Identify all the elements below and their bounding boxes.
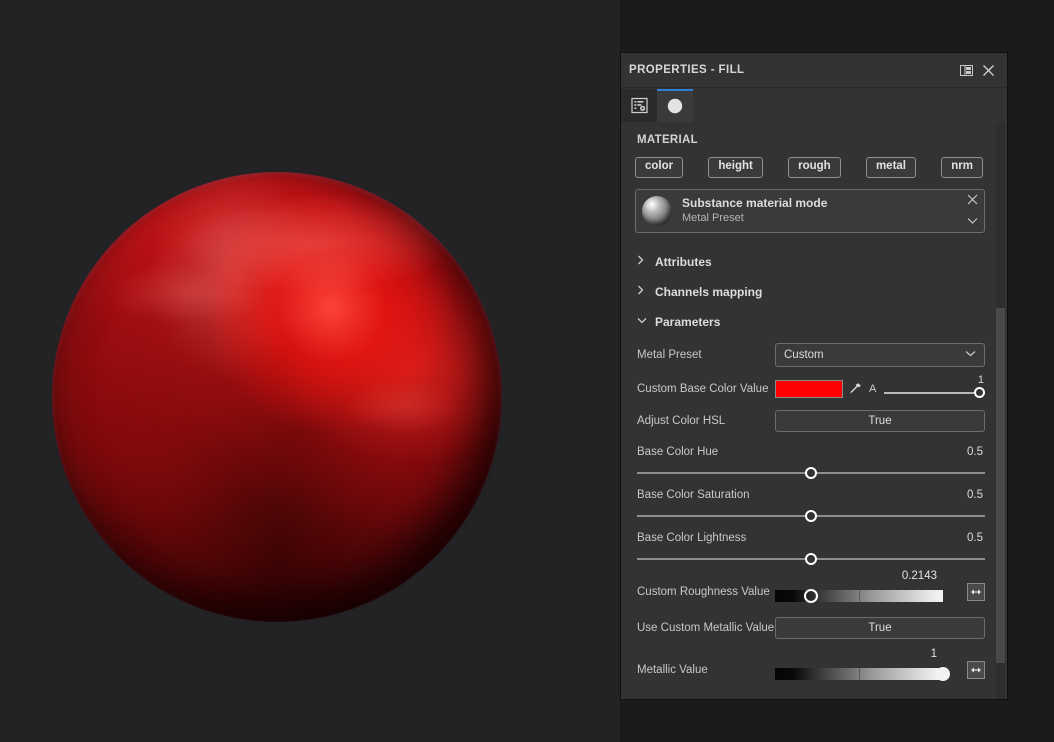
- page-title: PROPERTIES - FILL: [629, 64, 745, 76]
- chevron-right-icon: [637, 255, 646, 268]
- base-color-hue-label: Base Color Hue: [637, 445, 719, 458]
- metal-preset-dropdown[interactable]: Custom: [775, 342, 985, 367]
- sphere-object[interactable]: [52, 172, 502, 622]
- base-color-hue-track[interactable]: [637, 466, 985, 479]
- custom-base-color-label: Custom Base Color Value: [637, 382, 769, 395]
- metallic-value-knob[interactable]: [936, 666, 950, 681]
- slider-base-color-hue: Base Color Hue 0.5: [635, 446, 985, 479]
- close-icon[interactable]: [977, 59, 999, 81]
- chevron-right-icon: [637, 285, 646, 298]
- row-metal-preset: Metal Preset Custom: [635, 342, 985, 368]
- dock-layout-icon[interactable]: [955, 59, 977, 81]
- alpha-knob[interactable]: [974, 386, 985, 398]
- accordion-parameters-label: Parameters: [655, 314, 721, 329]
- material-preset-name: Metal Preset: [682, 211, 744, 224]
- metallic-value-label: Metallic Value: [637, 663, 708, 676]
- alpha-track: [884, 391, 979, 394]
- material-card-actions: [967, 192, 978, 230]
- metallic-tick: [859, 667, 860, 680]
- row-metallic-value: Metallic Value 1: [635, 648, 985, 687]
- alpha-slider[interactable]: 1: [884, 374, 985, 400]
- chevron-down-icon: [965, 349, 976, 360]
- channel-toggles: color height rough metal nrm: [635, 157, 985, 178]
- channel-nrm[interactable]: nrm: [941, 157, 983, 178]
- base-color-saturation-label: Base Color Saturation: [637, 488, 750, 501]
- adjust-color-hsl-label: Adjust Color HSL: [637, 414, 726, 427]
- chevron-down-icon[interactable]: [967, 212, 978, 230]
- use-custom-metallic-label: Use Custom Metallic Value: [637, 621, 775, 634]
- row-custom-roughness: Custom Roughness Value 0.2143: [635, 570, 985, 609]
- accordion-parameters[interactable]: Parameters: [635, 307, 985, 337]
- expand-arrows-icon[interactable]: [967, 660, 985, 679]
- base-color-lightness-track[interactable]: [637, 552, 985, 565]
- base-color-lightness-knob[interactable]: [805, 552, 817, 565]
- custom-roughness-knob[interactable]: [804, 588, 818, 603]
- custom-roughness-value: 0.2143: [901, 569, 937, 582]
- base-color-swatch[interactable]: [775, 379, 843, 398]
- slider-base-color-lightness: Base Color Lightness 0.5: [635, 532, 985, 565]
- material-thumbnail: [642, 195, 672, 226]
- alpha-label: A: [869, 382, 877, 395]
- tab-settings[interactable]: [621, 89, 657, 122]
- accordion-channels-mapping[interactable]: Channels mapping: [635, 277, 985, 307]
- slider-base-color-saturation: Base Color Saturation 0.5: [635, 489, 985, 522]
- eyedropper-icon[interactable]: [849, 382, 863, 395]
- sphere-rim-light: [52, 172, 502, 622]
- accordion-attributes-label: Attributes: [655, 254, 712, 269]
- base-color-lightness-label: Base Color Lightness: [637, 531, 747, 544]
- color-controls: A 1: [775, 374, 985, 400]
- row-custom-base-color: Custom Base Color Value A 1: [635, 374, 985, 402]
- channel-color[interactable]: color: [635, 157, 684, 178]
- material-card-text: Substance material mode Metal Preset: [682, 196, 967, 225]
- custom-roughness-label: Custom Roughness Value: [637, 585, 770, 598]
- channel-height[interactable]: height: [708, 157, 763, 178]
- metallic-value-value: 1: [930, 647, 937, 660]
- channel-rough[interactable]: rough: [788, 157, 841, 178]
- accordion-channels-mapping-label: Channels mapping: [655, 284, 763, 299]
- panel-tabs: [621, 88, 1007, 122]
- tab-material[interactable]: [657, 89, 693, 122]
- material-name: Substance material mode: [682, 195, 828, 210]
- row-adjust-color-hsl: Adjust Color HSL True: [635, 408, 985, 434]
- adjust-color-hsl-toggle[interactable]: True: [775, 409, 985, 432]
- accordion-attributes[interactable]: Attributes: [635, 247, 985, 277]
- app-root: PROPERTIES - FILL MATERIAL color height …: [0, 0, 1054, 742]
- expand-arrows-icon[interactable]: [967, 582, 985, 601]
- alpha-value: 1: [977, 373, 984, 386]
- material-card[interactable]: Substance material mode Metal Preset: [635, 188, 985, 233]
- use-custom-metallic-toggle[interactable]: True: [775, 616, 985, 639]
- metal-preset-label: Metal Preset: [637, 348, 702, 361]
- properties-fill-panel: PROPERTIES - FILL MATERIAL color height …: [620, 52, 1008, 700]
- 3d-viewport[interactable]: [0, 0, 620, 742]
- custom-roughness-slider[interactable]: 0.2143: [775, 570, 961, 605]
- scrollbar-thumb[interactable]: [996, 308, 1005, 663]
- base-color-hue-knob[interactable]: [805, 466, 817, 479]
- channel-metal[interactable]: metal: [865, 157, 916, 178]
- metal-preset-value: Custom: [784, 348, 824, 361]
- base-color-saturation-value: 0.5: [967, 488, 983, 501]
- material-section-label: MATERIAL: [637, 134, 698, 146]
- panel-scrollbar[interactable]: [996, 122, 1005, 699]
- base-color-saturation-track[interactable]: [637, 509, 985, 522]
- roughness-tick: [859, 589, 860, 602]
- panel-title-bar: PROPERTIES - FILL: [621, 53, 1007, 88]
- row-use-custom-metallic: Use Custom Metallic Value True: [635, 615, 985, 641]
- base-color-saturation-knob[interactable]: [805, 509, 817, 522]
- panel-body: MATERIAL color height rough metal nrm Su…: [621, 122, 1007, 699]
- base-color-hue-value: 0.5: [967, 445, 983, 458]
- close-icon[interactable]: [967, 192, 978, 210]
- base-color-lightness-value: 0.5: [967, 531, 983, 544]
- metallic-value-slider[interactable]: 1: [775, 648, 961, 683]
- chevron-down-icon: [637, 316, 647, 327]
